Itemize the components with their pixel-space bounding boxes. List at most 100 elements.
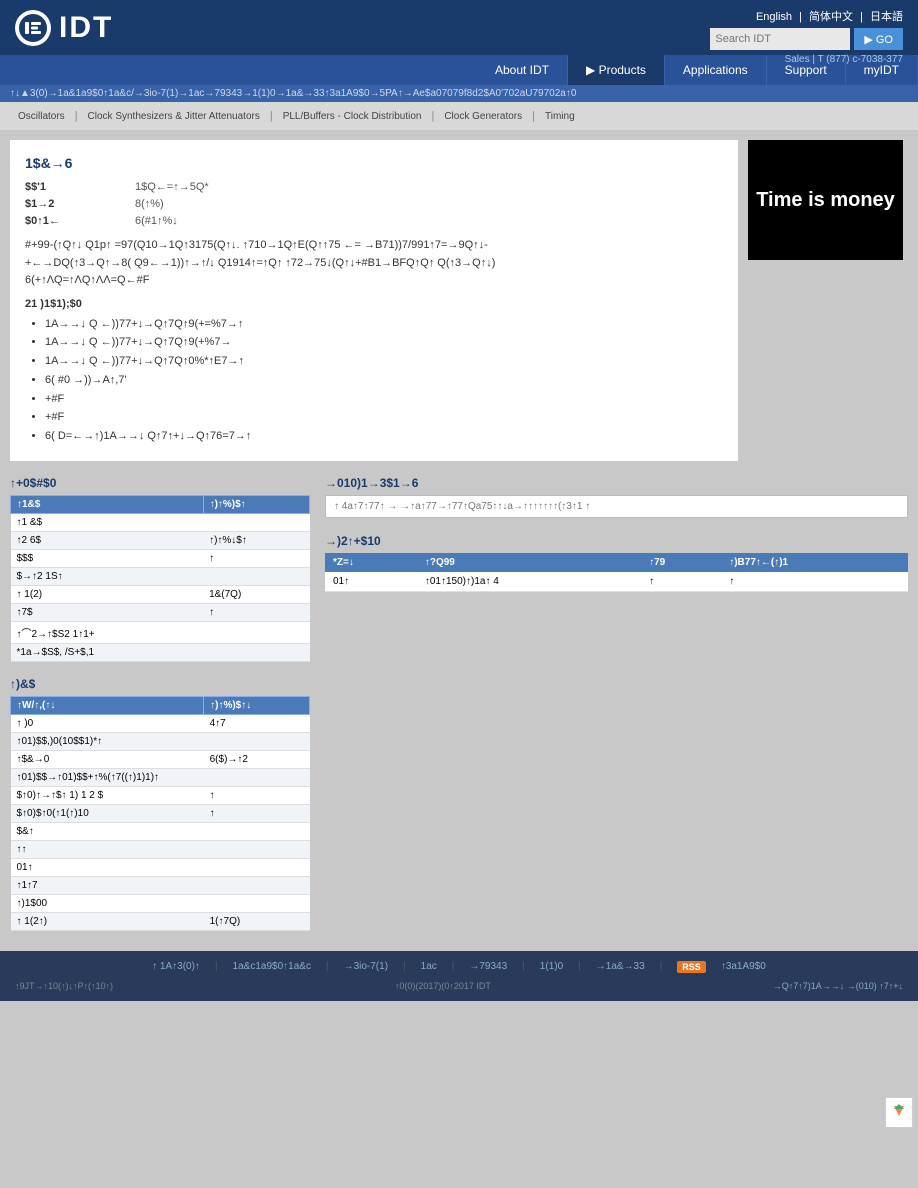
go-button[interactable]: ▶ GO bbox=[854, 28, 903, 50]
footer-link-4[interactable]: 1ac bbox=[421, 961, 437, 973]
lang-chinese[interactable]: 简体中文 bbox=[809, 11, 853, 23]
nav-about[interactable]: About IDT bbox=[477, 55, 568, 85]
product-family-row: $1→2 8(↑%) bbox=[25, 198, 723, 210]
header-right: English | 简体中文 | 日本語 ▶ GO Sales | T (877… bbox=[710, 8, 903, 65]
subnav: Oscillators | Clock Synthesizers & Jitte… bbox=[0, 102, 918, 130]
footer-link-8[interactable]: ↑3a1A9$0 bbox=[721, 961, 766, 973]
table-row: ↑)1$00 bbox=[11, 894, 310, 912]
search-input[interactable] bbox=[710, 28, 850, 50]
left-table1: ↑1&$ ↑)↑%)$↑ ↑1 &$ ↑2 6$ ↑)↑%↓$↑ $$$ bbox=[10, 495, 310, 662]
footer-link-2[interactable]: 1a&c1a9$0↑1a&c bbox=[233, 961, 311, 973]
order-table: *Z=↓ ↑?Q99 ↑79 ↑)B77↑←(↑)1 01↑ ↑01↑150)↑… bbox=[325, 553, 908, 592]
table-row: ↑01)$$→↑01)$$+↑%(↑7((↑)1)1)↑ bbox=[11, 768, 310, 786]
product-card: 1$&→6 $$'1 1$Q←=↑→5Q* $1→2 8(↑%) $0↑1← 6… bbox=[10, 140, 738, 461]
scroll-indicator[interactable] bbox=[885, 1097, 913, 1128]
table-row: $↑0)↑→↑$↑ 1) 1 2 $ ↑ bbox=[11, 786, 310, 804]
table-row: ↑ 1(2↑) 1(↑7Q) bbox=[11, 912, 310, 930]
main-section: 1$&→6 $$'1 1$Q←=↑→5Q* $1→2 8(↑%) $0↑1← 6… bbox=[0, 130, 918, 471]
bullet-3: 1A→→↓ Q ←))77+↓→Q↑7Q↑0%*↑E7→↑ bbox=[45, 352, 723, 371]
right-tables: →010)1→3$1→6 →)2↑+$10 *Z=↓ ↑?Q99 ↑79 ↑)B… bbox=[325, 471, 908, 931]
footer: ↑ 1A↑3(0)↑ | 1a&c1a9$0↑1a&c | →3io-7(1) … bbox=[0, 951, 918, 1001]
subnav-item-3[interactable]: PLL/Buffers - Clock Distribution bbox=[275, 109, 430, 124]
lang-japanese[interactable]: 日本語 bbox=[870, 11, 903, 23]
lang-sep2: | bbox=[860, 11, 863, 23]
left-table1-header: ↑+0$#$0 bbox=[10, 476, 310, 490]
table-row: ↑01)$$,)0(10$$1)*↑ bbox=[11, 732, 310, 750]
footer-link-5[interactable]: →79343 bbox=[469, 961, 507, 973]
desc-line1: #+99-(↑Q↑↓ Q1p↑ =97(Q10→1Q↑3175(Q↑↓. ↑71… bbox=[25, 237, 723, 255]
col-header-2: ↑)↑%)$↑ bbox=[203, 495, 309, 513]
subnav-item-4[interactable]: Clock Generators bbox=[436, 109, 530, 124]
table-row: ↑2 6$ ↑)↑%↓$↑ bbox=[11, 531, 310, 549]
footer-sep-5: | bbox=[522, 961, 525, 973]
table-row: $&↑ bbox=[11, 822, 310, 840]
table-row: ↑7$ ↑ bbox=[11, 603, 310, 621]
logo-text: IDT bbox=[59, 11, 113, 45]
subnav-item-2[interactable]: Clock Synthesizers & Jitter Attenuators bbox=[80, 109, 268, 124]
lang-sep1: | bbox=[799, 11, 802, 23]
table-row: ↑↑ bbox=[11, 840, 310, 858]
subnav-sep-2: | bbox=[270, 110, 273, 122]
status-label: $0↑1← bbox=[25, 215, 135, 227]
table-row: ↑ 1(2) 1&(7Q) bbox=[11, 585, 310, 603]
order-col-3: ↑79 bbox=[641, 553, 721, 572]
rss-badge[interactable]: RSS bbox=[677, 961, 706, 973]
table-row: ↑ )0 4↑7 bbox=[11, 714, 310, 732]
order-row: 01↑ ↑01↑150)↑)1a↑ 4 ↑ ↑ bbox=[325, 572, 908, 592]
ad-banner: Time is money bbox=[748, 140, 903, 260]
bullet-1: 1A→→↓ Q ←))77+↓→Q↑7Q↑9(+=%7→↑ bbox=[45, 315, 723, 334]
footer-link-7[interactable]: →1a&→33 bbox=[596, 961, 645, 973]
related-search-input[interactable] bbox=[325, 495, 908, 518]
col2-header-1: ↑W/↑,(↑↓ bbox=[11, 696, 204, 714]
sub-text: Sales | T (877) c-7038-377 bbox=[785, 54, 903, 65]
family-value: 8(↑%) bbox=[135, 198, 164, 210]
table-row: *1a→$S$, /S+$,1 bbox=[11, 643, 310, 661]
footer-sep-4: | bbox=[452, 961, 455, 973]
order-col-1: *Z=↓ bbox=[325, 553, 417, 572]
footer-sep-6: | bbox=[578, 961, 581, 973]
subnav-sep-1: | bbox=[75, 110, 78, 122]
subnav-sep-3: | bbox=[431, 110, 434, 122]
left-table2-header: ↑)&$ bbox=[10, 677, 310, 691]
lang-english[interactable]: English bbox=[756, 11, 792, 23]
family-label: $1→2 bbox=[25, 198, 135, 210]
table-row: ↑1↑7 bbox=[11, 876, 310, 894]
table-row: $→↑2 1S↑ bbox=[11, 567, 310, 585]
footer-bottom: ↑9JT→↑10(↑)↓↑P↑(↑10↑) ↑0(0)(2017)(0↑2017… bbox=[15, 981, 903, 991]
footer-sep-3: | bbox=[403, 961, 406, 973]
bottom-section: ↑+0$#$0 ↑1&$ ↑)↑%)$↑ ↑1 &$ ↑2 6$ ↑)↑%↓ bbox=[0, 471, 918, 941]
footer-company: →Q↑7↑7)1A→→↓ →(010) ↑7↑+↓ bbox=[773, 981, 903, 991]
subnav-item-1[interactable]: Oscillators bbox=[10, 109, 73, 124]
table-row: $↑0)$↑0(↑1(↑)10 ↑ bbox=[11, 804, 310, 822]
order-col-2: ↑?Q99 bbox=[417, 553, 641, 572]
footer-copyright: ↑0(0)(2017)(0↑2017 IDT bbox=[395, 981, 491, 991]
subnav-item-5[interactable]: Timing bbox=[537, 109, 583, 124]
bullet-2: 1A→→↓ Q ←))77+↓→Q↑7Q↑9(+%7→ bbox=[45, 333, 723, 352]
header: IDT English | 简体中文 | 日本語 ▶ GO Sales | T … bbox=[0, 0, 918, 55]
bullet-7: 6( D=←→↑)1A→→↓ Q↑7↑+↓→Q↑76=7→↑ bbox=[45, 427, 723, 446]
logo: IDT bbox=[15, 10, 113, 46]
bullet-4: 6( #0 →))→A↑,7' bbox=[45, 371, 723, 390]
left-tables: ↑+0$#$0 ↑1&$ ↑)↑%)$↑ ↑1 &$ ↑2 6$ ↑)↑%↓ bbox=[10, 471, 310, 931]
footer-link-1[interactable]: ↑ 1A↑3(0)↑ bbox=[152, 961, 200, 973]
breadcrumb: ↑↓▲3(0)→1a&1a9$0↑1a&c/→3io-7(1)→1ac→7934… bbox=[0, 85, 918, 102]
logo-icon bbox=[15, 10, 51, 46]
subnav-sep-4: | bbox=[532, 110, 535, 122]
table-row: $$$ ↑ bbox=[11, 549, 310, 567]
lang-switcher: English | 简体中文 | 日本語 bbox=[756, 8, 903, 24]
bullet-5: +#F bbox=[45, 390, 723, 409]
related-header: →010)1→3$1→6 bbox=[325, 476, 908, 490]
bottom-flex: ↑+0$#$0 ↑1&$ ↑)↑%)$↑ ↑1 &$ ↑2 6$ ↑)↑%↓ bbox=[10, 471, 908, 931]
nav-products[interactable]: ▶ Products bbox=[568, 55, 665, 85]
left-table2: ↑W/↑,(↑↓ ↑)↑%)$↑↓ ↑ )0 4↑7 ↑01)$$,)0(10$… bbox=[10, 696, 310, 931]
pn-value: 1$Q←=↑→5Q* bbox=[135, 181, 209, 193]
footer-sep-2: | bbox=[326, 961, 329, 973]
footer-sep-7: | bbox=[660, 961, 663, 973]
table-row: ↑⌒2→↑$S2 1↑1+ bbox=[11, 621, 310, 643]
col2-header-2: ↑)↑%)$↑↓ bbox=[204, 696, 310, 714]
bullet-6: +#F bbox=[45, 408, 723, 427]
footer-link-6[interactable]: 1(1)0 bbox=[540, 961, 563, 973]
footer-top-links: ↑ 1A↑3(0)↑ | 1a&c1a9$0↑1a&c | →3io-7(1) … bbox=[15, 961, 903, 973]
desc-line3: 6(+↑ΛQ=↑ΛQ↑ΛΛ=Q←#F bbox=[25, 272, 723, 290]
footer-link-3[interactable]: →3io-7(1) bbox=[344, 961, 388, 973]
